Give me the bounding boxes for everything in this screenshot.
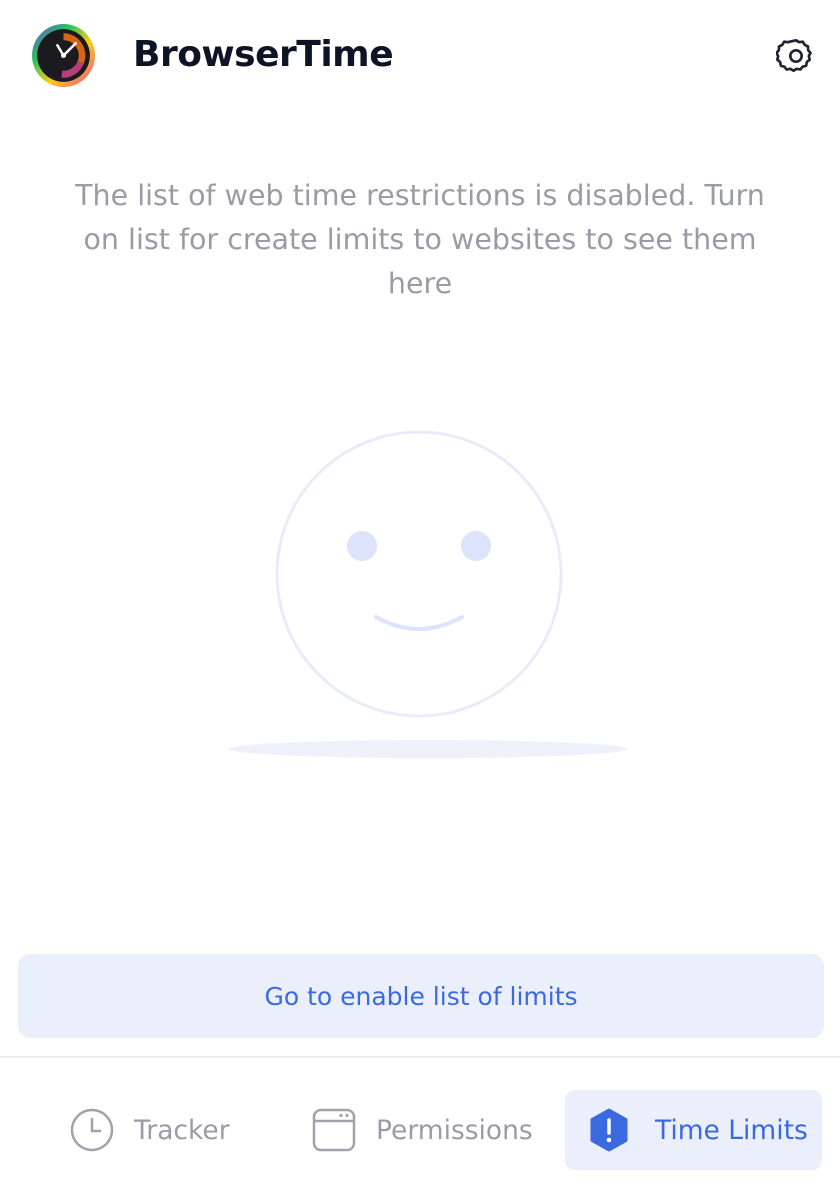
smiley-face-icon bbox=[228, 430, 628, 758]
nav-permissions-label: Permissions bbox=[376, 1114, 533, 1146]
nav-time-limits-label: Time Limits bbox=[655, 1114, 808, 1146]
app-title: BrowserTime bbox=[133, 34, 394, 75]
clock-logo-icon bbox=[32, 24, 95, 87]
nav-tracker[interactable]: Tracker bbox=[68, 1090, 258, 1170]
enable-limits-button[interactable]: Go to enable list of limits bbox=[18, 954, 824, 1038]
alert-hexagon-icon bbox=[590, 1108, 628, 1152]
clock-icon bbox=[70, 1108, 114, 1152]
nav-time-limits[interactable]: Time Limits bbox=[565, 1090, 822, 1170]
browser-window-icon bbox=[312, 1108, 356, 1152]
app-header: BrowserTime bbox=[0, 0, 840, 110]
gear-icon[interactable] bbox=[776, 36, 816, 76]
divider bbox=[0, 1056, 840, 1058]
nav-permissions[interactable]: Permissions bbox=[310, 1090, 560, 1170]
empty-state-message: The list of web time restrictions is dis… bbox=[75, 179, 765, 300]
nav-tracker-label: Tracker bbox=[134, 1114, 230, 1146]
